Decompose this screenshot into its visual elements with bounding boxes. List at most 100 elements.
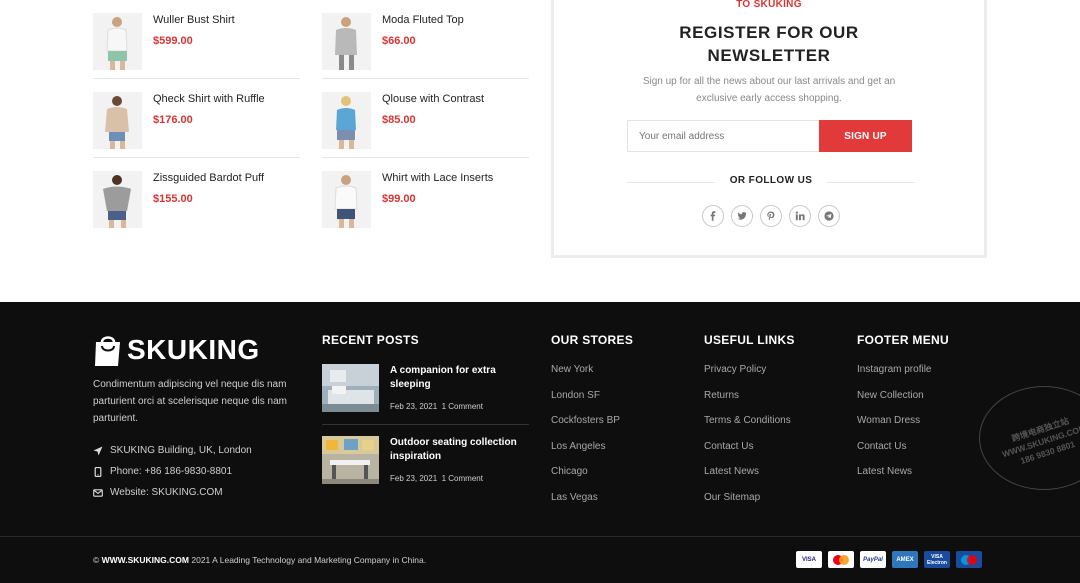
maestro-icon	[956, 551, 982, 568]
phone-text[interactable]: Phone: +86 186-9830-8801	[110, 466, 232, 477]
brand-logo[interactable]: SKUKING	[93, 332, 260, 368]
store-link-cockfosters[interactable]: Cockfosters BP	[551, 415, 620, 441]
copyright-domain[interactable]: WWW.SKUKING.COM	[102, 555, 189, 565]
product-price: $599.00	[153, 35, 193, 47]
woman-dress-link[interactable]: Woman Dress	[857, 415, 931, 441]
newsletter-title-line-1: REGISTER FOR OUR	[679, 23, 859, 42]
post-thumbnail[interactable]	[322, 364, 379, 412]
envelope-icon	[93, 488, 103, 497]
post-date: Feb 23, 2021	[390, 402, 438, 411]
product-price: $99.00	[382, 193, 416, 205]
recent-post-item[interactable]: A companion for extra sleeping Feb 23, 2…	[322, 364, 529, 414]
product-price: $85.00	[382, 114, 416, 126]
post-title[interactable]: Outdoor seating collection inspiration	[390, 436, 530, 464]
footer-latest-news-link[interactable]: Latest News	[857, 466, 931, 492]
payment-methods: VISA PayPal AMEX VISA Electron	[796, 551, 982, 568]
recent-posts-heading: RECENT POSTS	[322, 333, 419, 347]
post-date: Feb 23, 2021	[390, 474, 438, 483]
pinterest-icon[interactable]	[760, 205, 782, 227]
footer-contact-us-link[interactable]: Contact Us	[857, 441, 931, 467]
product-list-column-1: Wuller Bust Shirt $599.00 Qheck Shirt wi…	[93, 0, 300, 237]
amex-icon: AMEX	[892, 551, 918, 568]
post-meta: Feb 23, 2021 1 Comment	[390, 474, 483, 483]
product-thumbnail[interactable]	[322, 92, 371, 149]
copyright-icon: ©	[93, 555, 100, 565]
sitemap-link[interactable]: Our Sitemap	[704, 492, 791, 518]
new-collection-link[interactable]: New Collection	[857, 390, 931, 416]
product-name[interactable]: Qlouse with Contrast	[382, 93, 484, 105]
newsletter-title: REGISTER FOR OUR NEWSLETTER	[554, 21, 984, 67]
visa-icon: VISA	[796, 551, 822, 568]
product-list-column-2: Moda Fluted Top $66.00 Qlouse with Contr…	[322, 0, 529, 237]
product-thumbnail[interactable]	[322, 171, 371, 228]
address-line: SKUKING Building, UK, London	[93, 445, 252, 456]
product-name[interactable]: Moda Fluted Top	[382, 14, 464, 26]
product-price: $155.00	[153, 193, 193, 205]
our-stores-heading: OUR STORES	[551, 333, 634, 347]
store-link-new-york[interactable]: New York	[551, 364, 620, 390]
follow-us-label: OR FOLLOW US	[715, 175, 827, 186]
post-title[interactable]: A companion for extra sleeping	[390, 364, 530, 392]
about-text: Condimentum adipiscing vel neque dis nam…	[93, 379, 287, 424]
product-item[interactable]: Wuller Bust Shirt $599.00	[93, 0, 300, 79]
product-thumbnail[interactable]	[93, 13, 142, 70]
product-name[interactable]: Zissguided Bardot Puff	[153, 172, 264, 184]
terms-link[interactable]: Terms & Conditions	[704, 415, 791, 441]
phone-line: Phone: +86 186-9830-8801	[93, 466, 232, 477]
product-name[interactable]: Whirt with Lace Inserts	[382, 172, 493, 184]
returns-link[interactable]: Returns	[704, 390, 791, 416]
shopping-bag-icon	[95, 336, 120, 366]
website-line: Website: SKUKING.COM	[93, 487, 223, 498]
newsletter-description: Sign up for all the news about our last …	[642, 76, 896, 104]
visa-electron-icon: VISA Electron	[924, 551, 950, 568]
product-item[interactable]: Moda Fluted Top $66.00	[322, 0, 529, 79]
paypal-icon: PayPal	[860, 551, 886, 568]
product-name[interactable]: Wuller Bust Shirt	[153, 14, 235, 26]
divider	[322, 424, 529, 425]
stores-list: New York London SF Cockfosters BP Los An…	[551, 364, 620, 517]
footer-menu-list: Instagram profile New Collection Woman D…	[857, 364, 931, 492]
post-thumbnail[interactable]	[322, 436, 379, 484]
product-item[interactable]: Zissguided Bardot Puff $155.00	[93, 158, 300, 237]
telegram-icon[interactable]	[818, 205, 840, 227]
website-text[interactable]: Website: SKUKING.COM	[110, 487, 223, 498]
product-thumbnail[interactable]	[93, 92, 142, 149]
facebook-icon[interactable]	[702, 205, 724, 227]
post-comments[interactable]: 1 Comment	[442, 474, 483, 483]
latest-news-link[interactable]: Latest News	[704, 466, 791, 492]
brand-name: SKUKING	[127, 334, 260, 365]
useful-links-list: Privacy Policy Returns Terms & Condition…	[704, 364, 791, 517]
address-text: SKUKING Building, UK, London	[110, 445, 252, 456]
post-meta: Feb 23, 2021 1 Comment	[390, 402, 483, 411]
linkedin-icon[interactable]	[789, 205, 811, 227]
store-link-los-angeles[interactable]: Los Angeles	[551, 441, 620, 467]
product-price: $176.00	[153, 114, 193, 126]
product-item[interactable]: Qheck Shirt with Ruffle $176.00	[93, 79, 300, 158]
twitter-icon[interactable]	[731, 205, 753, 227]
product-item[interactable]: Whirt with Lace Inserts $99.00	[322, 158, 529, 237]
post-comments[interactable]: 1 Comment	[442, 402, 483, 411]
product-thumbnail[interactable]	[322, 13, 371, 70]
sign-up-button[interactable]: SIGN UP	[819, 120, 912, 152]
product-name[interactable]: Qheck Shirt with Ruffle	[153, 93, 265, 105]
newsletter-kicker: TO SKUKING	[736, 0, 802, 10]
recent-post-item[interactable]: Outdoor seating collection inspiration F…	[322, 436, 529, 486]
instagram-profile-link[interactable]: Instagram profile	[857, 364, 931, 390]
newsletter-box: TO SKUKING REGISTER FOR OUR NEWSLETTER S…	[551, 0, 987, 258]
location-arrow-icon	[93, 446, 103, 455]
top-section: Wuller Bust Shirt $599.00 Qheck Shirt wi…	[0, 0, 1080, 302]
social-links	[702, 205, 840, 227]
email-input[interactable]	[627, 120, 820, 152]
product-item[interactable]: Qlouse with Contrast $85.00	[322, 79, 529, 158]
mastercard-icon	[828, 551, 854, 568]
product-thumbnail[interactable]	[93, 171, 142, 228]
watermark-text: 跨境电商独立站 WWW.SKUKING.COM 186 9830 8801	[1000, 415, 1080, 466]
copyright-rest: 2021 A Leading Technology and Marketing …	[191, 555, 427, 565]
store-link-chicago[interactable]: Chicago	[551, 466, 620, 492]
divider	[0, 536, 1080, 537]
privacy-policy-link[interactable]: Privacy Policy	[704, 364, 791, 390]
store-link-london-sf[interactable]: London SF	[551, 390, 620, 416]
contact-us-link[interactable]: Contact Us	[704, 441, 791, 467]
footer-menu-heading: FOOTER MENU	[857, 333, 949, 347]
store-link-las-vegas[interactable]: Las Vegas	[551, 492, 620, 518]
